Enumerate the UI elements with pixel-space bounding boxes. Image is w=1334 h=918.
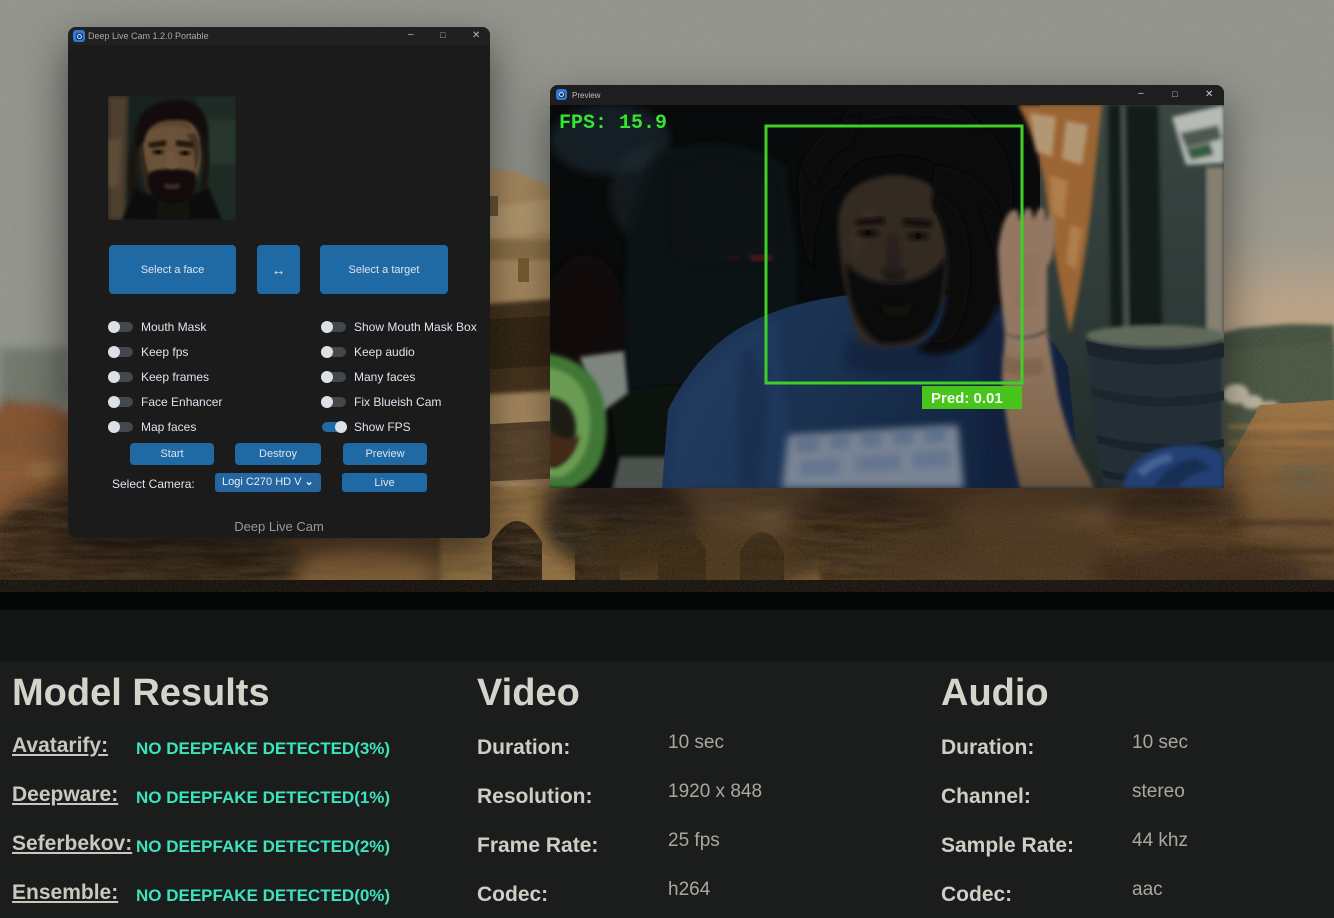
svg-text:Pred: 0.01: Pred: 0.01: [931, 390, 1003, 407]
svg-text:FPS: 15.9: FPS: 15.9: [559, 112, 667, 135]
